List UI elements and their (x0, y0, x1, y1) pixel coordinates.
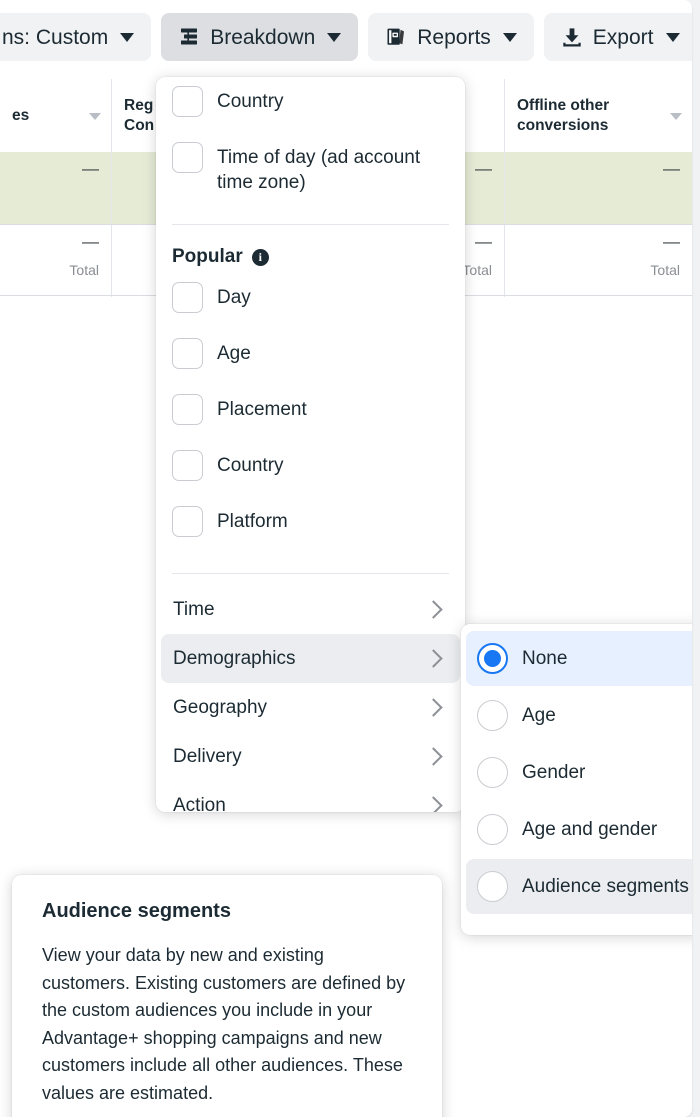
breakdown-option-country-top[interactable]: Country (156, 86, 465, 142)
breakdown-category-label: Action (173, 794, 226, 813)
checkbox[interactable] (172, 338, 203, 369)
breakdown-dropdown-menu: Country Time of day (ad account time zon… (156, 77, 465, 812)
cell-sublabel: Total (69, 261, 99, 278)
checkbox[interactable] (172, 282, 203, 313)
submenu-option-none[interactable]: None (466, 631, 692, 686)
radio-button[interactable] (477, 814, 508, 845)
breakdown-option-day[interactable]: Day (156, 282, 465, 338)
columns-custom-label: ns: Custom (2, 25, 109, 49)
breakdown-option-age[interactable]: Age (156, 338, 465, 394)
cell-value: — (663, 232, 680, 251)
breakdown-category-delivery[interactable]: Delivery (161, 732, 460, 781)
breakdown-category-label: Demographics (173, 647, 296, 669)
column-header-es[interactable]: es (0, 79, 112, 152)
export-button[interactable]: Export (543, 13, 692, 61)
column-header-label: Offline other conversions (517, 96, 610, 134)
submenu-option-age-and-gender[interactable]: Age and gender (466, 802, 692, 857)
breakdown-category-label: Time (173, 598, 215, 620)
column-header-label: es (12, 106, 30, 124)
reports-icon (385, 26, 407, 48)
breakdown-category-time[interactable]: Time (161, 585, 460, 634)
submenu-option-label: None (522, 647, 568, 669)
breakdown-option-label: Country (217, 455, 284, 476)
reports-label: Reports (417, 25, 491, 49)
popular-section-title: Popular (172, 246, 243, 267)
table-cell: — (0, 152, 112, 224)
chevron-right-icon (424, 649, 443, 668)
radio-button[interactable] (477, 643, 508, 674)
chevron-right-icon (424, 747, 443, 766)
breakdown-option-placement[interactable]: Placement (156, 394, 465, 450)
demographics-submenu: None Age Gender Age and gender Audience … (461, 624, 692, 935)
breakdown-option-label: Placement (217, 399, 307, 420)
chevron-down-icon (120, 32, 135, 42)
checkbox[interactable] (172, 506, 203, 537)
submenu-option-audience-segments[interactable]: Audience segments (466, 859, 692, 914)
chevron-right-icon (424, 796, 443, 812)
table-cell: — Total (505, 225, 692, 297)
checkbox[interactable] (172, 450, 203, 481)
export-icon (561, 26, 583, 48)
toolbar: ns: Custom Breakdown Reports Export (0, 12, 692, 62)
export-label: Export (592, 25, 654, 49)
content-card: ns: Custom Breakdown Reports Export es R… (0, 0, 692, 1117)
table-cell: — Total (0, 225, 112, 297)
breakdown-option-platform[interactable]: Platform (156, 506, 465, 562)
info-icon[interactable]: i (251, 248, 269, 266)
breakdown-category-action[interactable]: Action (161, 781, 460, 812)
chevron-down-icon (502, 32, 517, 42)
submenu-option-label: Age (522, 704, 556, 726)
columns-custom-button[interactable]: ns: Custom (0, 13, 152, 61)
checkbox[interactable] (172, 142, 203, 173)
tooltip-body: View your data by new and existing custo… (42, 945, 406, 1103)
breakdown-category-label: Delivery (173, 745, 242, 767)
chevron-right-icon (424, 698, 443, 717)
breakdown-option-label: Country (217, 91, 284, 112)
radio-button[interactable] (477, 757, 508, 788)
cell-sublabel: Total (650, 261, 680, 278)
chevron-right-icon (424, 600, 443, 619)
radio-button[interactable] (477, 871, 508, 902)
sort-descending-icon[interactable] (670, 112, 682, 120)
breakdown-icon (178, 26, 200, 48)
submenu-option-label: Age and gender (522, 818, 658, 840)
radio-button[interactable] (477, 700, 508, 731)
audience-segments-tooltip: Audience segments View your data by new … (12, 875, 442, 1117)
breakdown-option-label: Platform (217, 511, 288, 532)
breakdown-label: Breakdown (210, 25, 316, 49)
submenu-option-label: Gender (522, 761, 586, 783)
breakdown-category-geography[interactable]: Geography (161, 683, 460, 732)
breakdown-category-label: Geography (173, 696, 268, 718)
column-header-offline-other-conversions[interactable]: Offline other conversions (505, 79, 692, 152)
chevron-down-icon (665, 32, 680, 42)
checkbox[interactable] (172, 86, 203, 117)
submenu-option-gender[interactable]: Gender (466, 745, 692, 800)
reports-button[interactable]: Reports (368, 13, 534, 61)
breakdown-option-country[interactable]: Country (156, 450, 465, 506)
table-cell: — (505, 152, 692, 224)
popular-section-header: Popular i (156, 225, 465, 282)
column-header-label: Reg Con (124, 96, 155, 134)
breakdown-option-time-of-day[interactable]: Time of day (ad account time zone) (156, 142, 465, 218)
breakdown-option-label: Day (217, 287, 251, 308)
submenu-option-label: Audience segments (522, 875, 689, 897)
chevron-down-icon (327, 32, 342, 42)
breakdown-option-label: Time of day (ad account time zone) (217, 147, 421, 194)
page-background: ns: Custom Breakdown Reports Export es R… (0, 0, 700, 1117)
sort-descending-icon[interactable] (89, 112, 101, 120)
breakdown-button[interactable]: Breakdown (161, 13, 359, 61)
checkbox[interactable] (172, 394, 203, 425)
cell-value: — (82, 159, 99, 178)
breakdown-category-demographics[interactable]: Demographics (161, 634, 460, 683)
cell-value: — (663, 159, 680, 178)
cell-value: — (82, 232, 99, 251)
submenu-option-age[interactable]: Age (466, 688, 692, 743)
tooltip-title: Audience segments (42, 900, 231, 922)
breakdown-option-label: Age (217, 343, 251, 364)
